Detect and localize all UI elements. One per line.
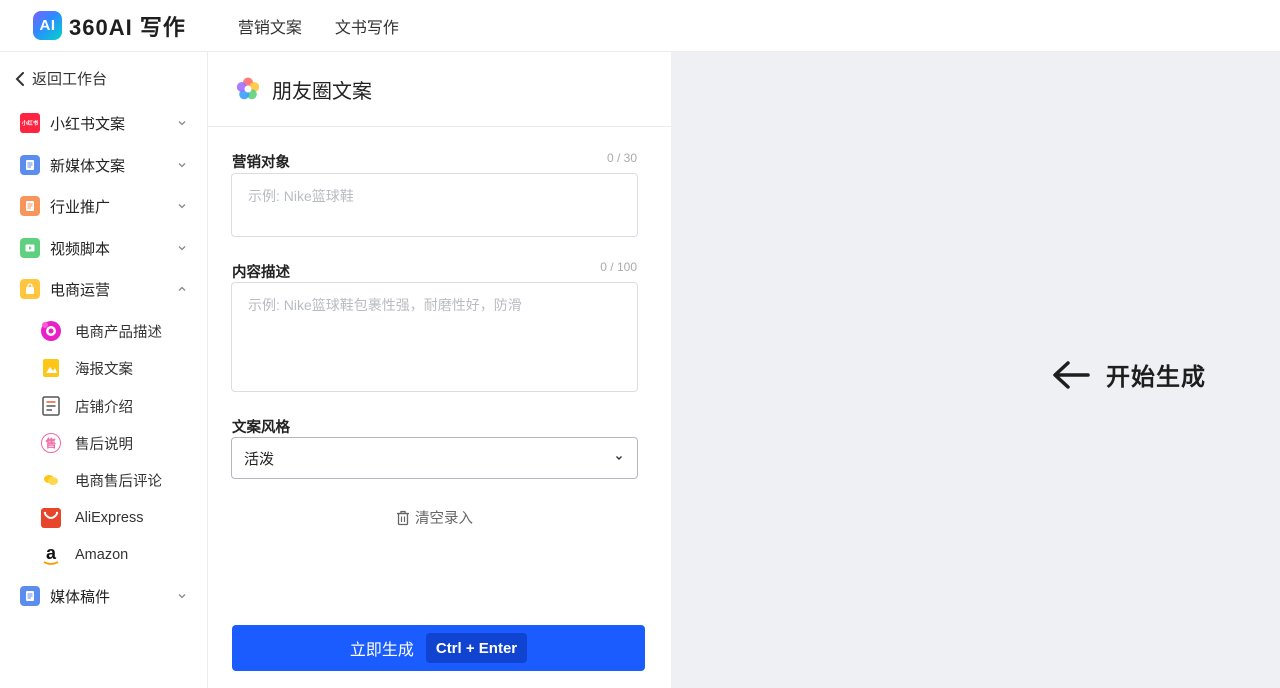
clear-input-button[interactable]: 清空录入 <box>396 507 473 528</box>
logo-text: 360AI 写作 <box>69 14 186 40</box>
chevron-down-icon <box>178 594 186 599</box>
generate-button[interactable]: 立即生成 Ctrl + Enter <box>232 625 645 671</box>
sidebar: 返回工作台 小红书 小红书文案 新媒体文案 行业推广 视频脚本 电商运营 电商产… <box>0 52 208 688</box>
sidebar-subitem-label: 电商售后评论 <box>75 473 162 490</box>
amazon-icon: a <box>43 542 59 565</box>
sidebar-subitem-label: Amazon <box>75 547 129 563</box>
style-label: 文案风格 <box>232 420 290 436</box>
nav-document-writing[interactable]: 文书写作 <box>335 14 399 38</box>
chat-bubbles-icon <box>40 469 62 491</box>
description-label: 内容描述 <box>232 265 290 281</box>
trash-icon <box>397 510 409 525</box>
clear-input-label: 清空录入 <box>415 511 473 527</box>
app-logo[interactable]: AI 360AI 写作 <box>33 10 186 42</box>
sidebar-subitem-after-sales-review[interactable]: 电商售后评论 <box>40 467 190 493</box>
product-description-icon <box>40 320 62 342</box>
logo-badge: AI <box>33 11 62 40</box>
nav-marketing-copy[interactable]: 营销文案 <box>238 14 302 38</box>
chevron-left-icon <box>15 71 24 86</box>
style-select-value: 活泼 <box>244 450 275 468</box>
sidebar-subitem-product-description[interactable]: 电商产品描述 <box>40 318 190 344</box>
description-counter: 0 / 100 <box>600 260 637 274</box>
target-input[interactable]: 示例: Nike篮球鞋 <box>231 173 638 237</box>
chevron-down-icon <box>616 456 622 460</box>
sidebar-item-label: 视频脚本 <box>50 240 111 258</box>
sidebar-subitem-store-intro[interactable]: 店铺介绍 <box>40 393 190 419</box>
sidebar-item-ecommerce[interactable]: 电商运营 <box>20 277 188 301</box>
start-generate-hint: 开始生成 <box>1052 357 1206 392</box>
sidebar-item-xiaohongshu[interactable]: 小红书 小红书文案 <box>20 111 188 135</box>
chevron-up-icon <box>178 286 186 291</box>
target-counter: 0 / 30 <box>606 151 637 165</box>
result-area: 开始生成 <box>671 52 1280 688</box>
sidebar-item-label: 小红书文案 <box>50 115 126 133</box>
target-placeholder: 示例: Nike篮球鞋 <box>248 188 354 204</box>
sidebar-subitem-label: AliExpress <box>75 510 144 526</box>
description-placeholder: 示例: Nike篮球鞋包裹性强，耐磨性好，防滑 <box>248 297 522 313</box>
form-panel: 朋友圈文案 营销对象 0 / 30 示例: Nike篮球鞋 内容描述 0 / 1… <box>208 52 671 688</box>
chevron-down-icon <box>178 246 186 251</box>
video-icon <box>20 238 40 258</box>
list-doc-icon <box>40 395 62 417</box>
sidebar-subitem-label: 店铺介绍 <box>75 399 133 416</box>
document-icon <box>20 586 40 606</box>
promo-doc-icon <box>20 196 40 216</box>
shopping-bag-icon <box>20 279 40 299</box>
sidebar-subitem-after-sales[interactable]: 售 售后说明 <box>40 430 190 456</box>
sidebar-item-new-media[interactable]: 新媒体文案 <box>20 153 188 177</box>
chevron-down-icon <box>178 163 186 168</box>
top-nav: 营销文案 文书写作 <box>238 14 432 38</box>
page-title: 朋友圈文案 <box>272 80 372 103</box>
sidebar-item-label: 新媒体文案 <box>50 157 126 175</box>
sidebar-item-industry-promo[interactable]: 行业推广 <box>20 194 188 218</box>
sidebar-item-label: 媒体稿件 <box>50 588 111 606</box>
back-to-workspace-button[interactable]: 返回工作台 <box>14 68 107 89</box>
sidebar-item-label: 电商运营 <box>50 281 111 299</box>
top-header: AI 360AI 写作 营销文案 文书写作 <box>0 0 1280 52</box>
xiaohongshu-icon: 小红书 <box>20 113 40 133</box>
start-generate-label: 开始生成 <box>1106 364 1206 391</box>
back-label: 返回工作台 <box>32 71 108 88</box>
poster-icon <box>40 357 62 379</box>
chevron-down-icon <box>178 121 186 126</box>
sidebar-item-label: 行业推广 <box>50 198 111 216</box>
chevron-down-icon <box>178 204 186 209</box>
sidebar-subitem-poster-copy[interactable]: 海报文案 <box>40 355 190 381</box>
sidebar-subitem-aliexpress[interactable]: AliExpress <box>40 505 190 531</box>
sidebar-item-video-script[interactable]: 视频脚本 <box>20 236 188 260</box>
sidebar-subitem-label: 售后说明 <box>75 436 133 453</box>
arrow-left-icon <box>1053 360 1090 389</box>
sidebar-subitem-label: 电商产品描述 <box>75 324 162 341</box>
target-label: 营销对象 <box>232 155 290 171</box>
after-sales-icon: 售 <box>40 432 62 454</box>
sidebar-subitem-amazon[interactable]: a Amazon <box>40 542 190 568</box>
generate-label: 立即生成 <box>349 642 414 659</box>
description-textarea[interactable]: 示例: Nike篮球鞋包裹性强，耐磨性好，防滑 <box>231 282 638 392</box>
sidebar-subitem-label: 海报文案 <box>75 361 133 378</box>
style-select[interactable]: 活泼 <box>231 437 638 479</box>
keyboard-shortcut-badge: Ctrl + Enter <box>425 633 528 663</box>
aperture-icon <box>236 77 260 100</box>
aliexpress-icon <box>40 507 62 529</box>
panel-header: 朋友圈文案 <box>208 52 671 127</box>
sidebar-item-media-manuscript[interactable]: 媒体稿件 <box>20 584 188 608</box>
document-icon <box>20 155 40 175</box>
